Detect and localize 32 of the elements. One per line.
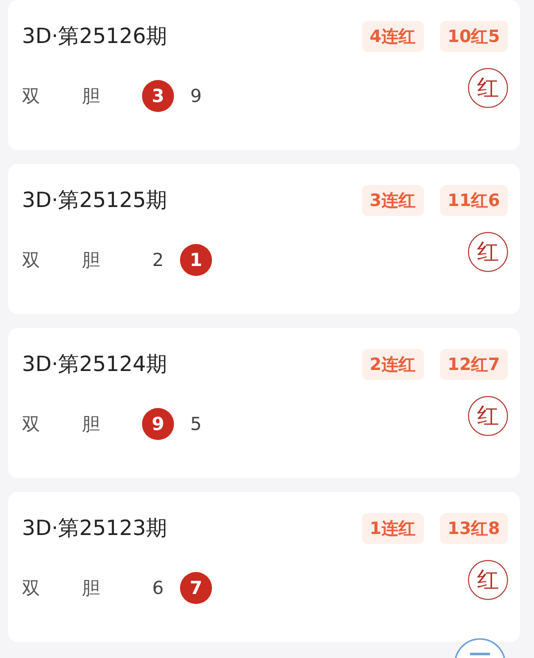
label-text: 胆 [82,85,101,108]
streak-badge: 3连红 [362,184,424,216]
highlighted-number: 9 [142,408,174,440]
period-title: 3D·第25123期 [22,515,168,542]
streak-badge: 12红7 [440,348,508,380]
result-stamp: 红 [468,396,508,436]
streak-badge: 13红8 [440,512,508,544]
streak-badge: 4连红 [362,20,424,52]
period-title: 3D·第25126期 [22,23,168,50]
streak-badge: 2连红 [362,348,424,380]
period-title: 3D·第25124期 [22,351,168,378]
result-stamp: 红 [468,560,508,600]
label-text: 胆 [82,577,101,600]
result-stamp: 红 [468,68,508,108]
number-text: 2 [151,248,165,272]
result-stamp: 红 [468,232,508,272]
label-text: 双 [22,577,41,600]
streak-badge: 10红5 [440,20,508,52]
number-text: 5 [189,412,203,436]
label-text: 胆 [82,249,101,272]
highlighted-number: 7 [180,572,212,604]
number-text: 6 [151,576,165,600]
label-text: 双 [22,413,41,436]
number-text: 9 [189,84,203,108]
streak-badge: 1连红 [362,512,424,544]
highlighted-number: 1 [180,244,212,276]
label-text: 双 [22,85,41,108]
highlighted-number: 3 [142,80,174,112]
label-text: 胆 [82,413,101,436]
streak-badge: 11红6 [440,184,508,216]
label-text: 双 [22,249,41,272]
period-title: 3D·第25125期 [22,187,168,214]
